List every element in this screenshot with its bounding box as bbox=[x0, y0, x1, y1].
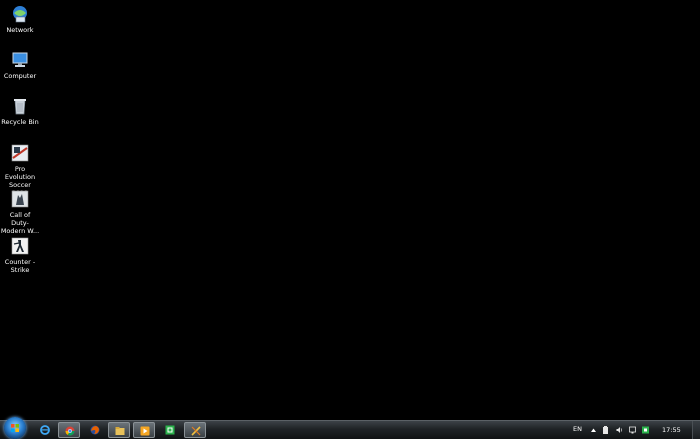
desktop-icon-label: Computer bbox=[3, 72, 37, 80]
taskbar-button-game-launcher[interactable] bbox=[184, 422, 206, 438]
show-hidden-icons-icon[interactable] bbox=[590, 426, 597, 434]
taskbar-button-media-player[interactable] bbox=[133, 422, 155, 438]
show-desktop-button[interactable] bbox=[692, 421, 700, 439]
taskbar: EN 17:55 bbox=[0, 417, 700, 439]
clock[interactable]: 17:55 bbox=[662, 426, 681, 434]
taskbar-button-firefox[interactable] bbox=[84, 422, 106, 438]
desktop-icon-label: Network bbox=[6, 26, 34, 34]
desktop-icon-label: Call of Duty- Modern W... bbox=[0, 211, 40, 235]
language-indicator[interactable]: EN bbox=[573, 425, 582, 433]
desktop-icon-label: Counter - Strike bbox=[4, 258, 36, 274]
media-player-icon bbox=[140, 426, 150, 436]
taskbar-button-file-explorer[interactable] bbox=[108, 422, 130, 438]
start-orb-icon bbox=[11, 424, 19, 432]
call-of-duty-icon bbox=[10, 189, 30, 209]
firefox-icon bbox=[90, 425, 100, 435]
desktop-icon-call-of-duty[interactable]: Call of Duty- Modern W... bbox=[0, 189, 40, 235]
desktop-icon-recycle-bin[interactable]: Recycle Bin bbox=[0, 96, 40, 126]
green-app-icon bbox=[165, 425, 175, 435]
recycle-bin-icon bbox=[10, 96, 30, 116]
volume-icon[interactable] bbox=[616, 426, 623, 434]
counter-strike-icon bbox=[10, 236, 30, 256]
file-explorer-icon bbox=[115, 427, 125, 435]
taskbar-button-chrome[interactable] bbox=[58, 422, 80, 438]
desktop-icon-counter-strike[interactable]: Counter - Strike bbox=[0, 236, 40, 274]
game-launcher-icon bbox=[191, 426, 201, 436]
taskbar-button-green-app[interactable] bbox=[159, 422, 181, 438]
network-tray-icon[interactable] bbox=[629, 426, 636, 434]
computer-icon bbox=[10, 50, 30, 70]
green-tray-icon[interactable] bbox=[642, 426, 649, 434]
network-icon bbox=[10, 4, 30, 24]
power-icon[interactable] bbox=[602, 426, 609, 434]
start-button[interactable] bbox=[4, 417, 26, 439]
desktop-icon-network[interactable]: Network bbox=[0, 4, 40, 34]
chrome-icon bbox=[65, 426, 75, 436]
internet-explorer-icon bbox=[40, 425, 50, 435]
pes-2011-icon bbox=[10, 143, 30, 163]
desktop: Network Computer Recycle Bin Pro Evoluti… bbox=[0, 0, 700, 420]
desktop-icon-computer[interactable]: Computer bbox=[0, 50, 40, 80]
desktop-icon-label: Recycle Bin bbox=[1, 118, 39, 126]
taskbar-button-internet-explorer[interactable] bbox=[34, 422, 56, 438]
